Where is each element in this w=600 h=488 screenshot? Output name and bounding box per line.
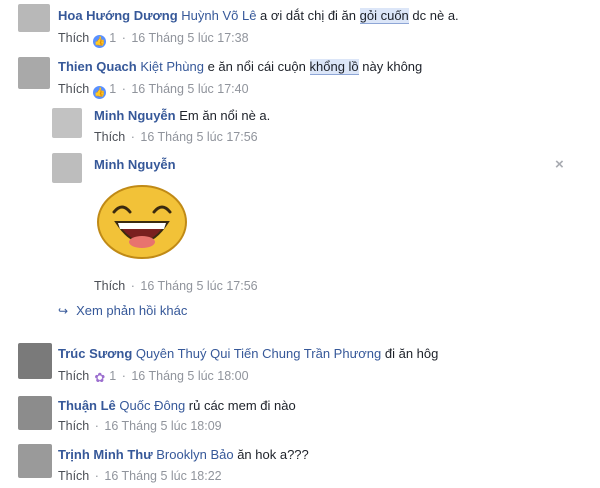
laughing-face-sticker <box>97 185 187 259</box>
like-icon[interactable]: 👍 <box>93 35 107 48</box>
avatar[interactable] <box>18 343 52 379</box>
tagged-user[interactable]: Kiệt Phùng <box>140 59 204 74</box>
reply-arrow-icon: ↪ <box>58 304 69 318</box>
reply-meta: Thích · 16 Tháng 5 lúc 17:56 <box>94 277 258 295</box>
like-link[interactable]: Thích <box>94 130 125 144</box>
comment-text: Trúc Sương Quyên Thuý Qui Tiến Chung Trầ… <box>58 345 438 363</box>
comment-author[interactable]: Thien Quach <box>58 59 137 74</box>
comment-body: rủ các mem đi nào <box>185 398 296 413</box>
comment-text: Thien Quach Kiệt Phùng e ăn nổi cái cuộn… <box>58 58 422 76</box>
comment-time[interactable]: 16 Tháng 5 lúc 18:00 <box>131 369 248 383</box>
comment-meta: Thích · 16 Tháng 5 lúc 18:22 <box>58 467 222 485</box>
comment-time[interactable]: 16 Tháng 5 lúc 17:40 <box>131 82 248 96</box>
close-icon[interactable]: × <box>555 156 564 173</box>
separator: · <box>118 31 130 45</box>
more-replies-label[interactable]: Xem phản hồi khác <box>76 303 187 318</box>
comment-text: Hoa Hướng Dương Huỳnh Võ Lê a ơi dắt chị… <box>58 7 459 25</box>
avatar[interactable] <box>18 396 52 430</box>
comment-text: Trịnh Minh Thư Brooklyn Bảo ăn hok a??? <box>58 446 309 464</box>
reply-body: Em ăn nổi nè a. <box>175 108 271 123</box>
comment-time[interactable]: 16 Tháng 5 lúc 17:38 <box>131 31 248 45</box>
comment-author[interactable]: Trúc Sương <box>58 346 132 361</box>
comment-body: a ơi dắt chị đi ăn <box>256 8 360 23</box>
tagged-user[interactable]: Quyên Thuý Qui Tiến Chung Trần Phương <box>136 346 381 361</box>
reply-text: Minh Nguyễn <box>94 156 176 174</box>
avatar[interactable] <box>18 444 52 478</box>
reply-author[interactable]: Minh Nguyễn <box>94 108 176 123</box>
avatar[interactable] <box>52 108 82 138</box>
highlighted-text: gỏi cuốn <box>359 8 409 24</box>
like-link[interactable]: Thích <box>58 31 89 45</box>
comment-time[interactable]: 16 Tháng 5 lúc 18:22 <box>104 469 221 483</box>
highlighted-text: khổng lồ <box>309 59 359 75</box>
avatar[interactable] <box>18 4 50 32</box>
comment-author[interactable]: Thuận Lê <box>58 398 116 413</box>
avatar[interactable] <box>52 153 82 183</box>
avatar[interactable] <box>18 57 50 89</box>
like-icon[interactable]: 👍 <box>93 86 107 99</box>
comment-body: này không <box>358 59 423 74</box>
reply-time[interactable]: 16 Tháng 5 lúc 17:56 <box>140 130 257 144</box>
like-link[interactable]: Thích <box>94 279 125 293</box>
tagged-user[interactable]: Huỳnh Võ Lê <box>181 8 256 23</box>
reaction-count[interactable]: 1 <box>109 82 116 96</box>
comment-body: e ăn nổi cái cuộn <box>203 59 310 74</box>
comment-author[interactable]: Trịnh Minh Thư <box>58 447 153 462</box>
tagged-user[interactable]: Quốc Đông <box>119 398 185 413</box>
reply-meta: Thích · 16 Tháng 5 lúc 17:56 <box>94 128 258 146</box>
comment-time[interactable]: 16 Tháng 5 lúc 18:09 <box>104 419 221 433</box>
separator: · <box>91 469 103 483</box>
reply-author[interactable]: Minh Nguyễn <box>94 157 176 172</box>
reaction-count[interactable]: 1 <box>109 369 116 383</box>
like-link[interactable]: Thích <box>58 469 89 483</box>
reaction-count[interactable]: 1 <box>109 31 116 45</box>
separator: · <box>127 279 139 293</box>
separator: · <box>118 82 130 96</box>
separator: · <box>91 419 103 433</box>
like-link[interactable]: Thích <box>58 369 89 383</box>
comment-body: đi ăn hôg <box>381 346 439 361</box>
comment-meta: Thích 👍 1 · 16 Tháng 5 lúc 17:40 <box>58 80 249 99</box>
comment-body: dc nè a. <box>408 8 459 23</box>
comment-meta: Thích 👍 1 · 16 Tháng 5 lúc 17:38 <box>58 29 249 48</box>
comment-body: ăn hok a??? <box>233 447 309 462</box>
comment-meta: Thích ✿ 1 · 16 Tháng 5 lúc 18:00 <box>58 367 249 385</box>
separator: · <box>118 369 130 383</box>
more-replies-link[interactable]: ↪ Xem phản hồi khác <box>58 302 187 320</box>
flower-icon[interactable]: ✿ <box>93 371 107 384</box>
reply-text: Minh Nguyễn Em ăn nổi nè a. <box>94 107 270 125</box>
like-link[interactable]: Thích <box>58 82 89 96</box>
comment-meta: Thích · 16 Tháng 5 lúc 18:09 <box>58 417 222 435</box>
comment-author[interactable]: Hoa Hướng Dương <box>58 8 178 23</box>
reply-time[interactable]: 16 Tháng 5 lúc 17:56 <box>140 279 257 293</box>
like-link[interactable]: Thích <box>58 419 89 433</box>
separator: · <box>127 130 139 144</box>
comment-text: Thuận Lê Quốc Đông rủ các mem đi nào <box>58 397 296 415</box>
tagged-user[interactable]: Brooklyn Bảo <box>156 447 233 462</box>
